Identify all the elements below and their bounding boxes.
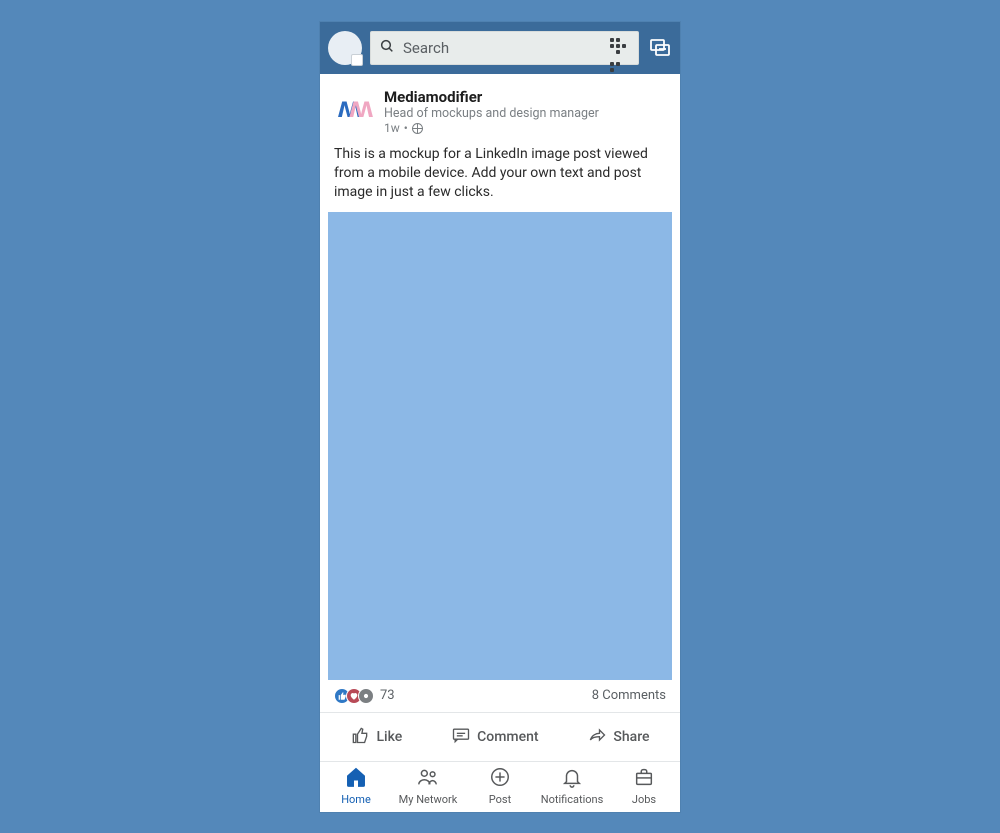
nav-jobs-label: Jobs	[632, 793, 656, 806]
post-image-container	[320, 212, 680, 680]
post-header: ʍʍ Mediamodifier Head of mockups and des…	[320, 74, 680, 140]
reaction-summary[interactable]: 73	[334, 688, 395, 704]
dot-separator: •	[404, 121, 408, 135]
network-icon	[417, 766, 439, 791]
globe-icon	[412, 123, 423, 134]
nav-network-label: My Network	[399, 793, 458, 806]
nav-post[interactable]: Post	[464, 766, 536, 806]
home-icon	[345, 766, 367, 791]
bottom-nav: Home My Network Post Notifications Jobs	[320, 761, 680, 812]
author-name[interactable]: Mediamodifier	[384, 88, 599, 106]
comment-icon	[451, 725, 471, 749]
nav-home-label: Home	[341, 793, 371, 806]
post-text: This is a mockup for a LinkedIn image po…	[320, 139, 680, 212]
post-time: 1w	[384, 121, 400, 135]
share-icon	[587, 725, 607, 749]
bell-icon	[561, 766, 583, 791]
post-time-meta: 1w •	[384, 121, 599, 135]
like-button[interactable]: Like	[342, 721, 410, 753]
share-button[interactable]: Share	[579, 721, 657, 753]
mobile-frame: ʍʍ Mediamodifier Head of mockups and des…	[320, 22, 680, 812]
qr-code-icon[interactable]	[610, 38, 630, 58]
reaction-count: 73	[380, 688, 395, 703]
briefcase-icon	[633, 766, 655, 791]
nav-jobs[interactable]: Jobs	[608, 766, 680, 806]
share-label: Share	[613, 729, 649, 745]
search-bar[interactable]	[370, 31, 639, 65]
nav-post-label: Post	[489, 793, 511, 806]
engagement-row: 73 8 Comments	[320, 680, 680, 712]
avatar-badge-icon	[351, 54, 363, 66]
thumbs-up-icon	[350, 725, 370, 749]
search-input[interactable]	[403, 39, 602, 57]
comment-button[interactable]: Comment	[443, 721, 546, 753]
post-plus-icon	[489, 766, 511, 791]
messages-button[interactable]	[647, 33, 672, 63]
post-image[interactable]	[328, 212, 672, 680]
author-info: Mediamodifier Head of mockups and design…	[384, 88, 599, 136]
search-icon	[379, 38, 395, 58]
nav-network[interactable]: My Network	[392, 766, 464, 806]
nav-notifications[interactable]: Notifications	[536, 766, 608, 806]
nav-notifications-label: Notifications	[541, 793, 604, 806]
author-subtitle: Head of mockups and design manager	[384, 106, 599, 122]
reaction-icons	[334, 688, 374, 704]
author-avatar[interactable]: ʍʍ	[334, 88, 374, 128]
top-bar	[320, 22, 680, 74]
support-reaction-icon	[358, 688, 374, 704]
profile-avatar[interactable]	[328, 31, 362, 65]
comment-label: Comment	[477, 729, 538, 745]
comments-count[interactable]: 8 Comments	[592, 688, 666, 703]
post-actions: Like Comment Share	[320, 712, 680, 761]
nav-home[interactable]: Home	[320, 766, 392, 806]
like-label: Like	[376, 729, 402, 745]
